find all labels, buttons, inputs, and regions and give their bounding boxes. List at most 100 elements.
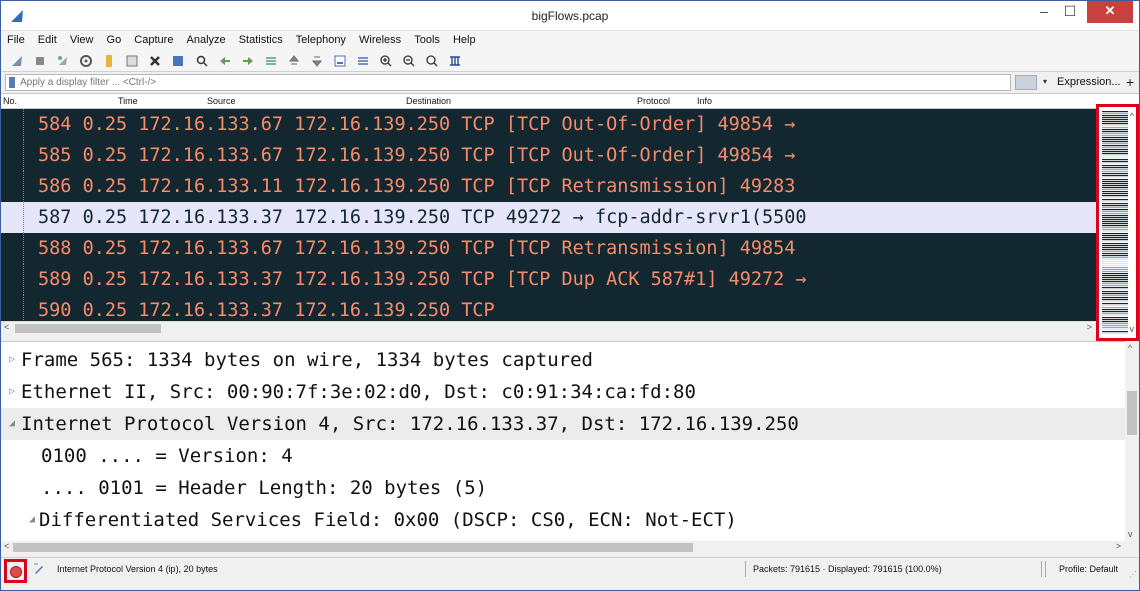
scroll-down-arrow-icon[interactable]: v [1130, 324, 1135, 334]
detail-tree-item[interactable]: .... 0101 = Header Length: 20 bytes (5) [1, 472, 1125, 504]
column-header-time[interactable]: Time [118, 96, 138, 106]
find-packet-icon[interactable] [195, 54, 209, 68]
detail-tree-item[interactable]: ▷ Ethernet II, Src: 00:90:7f:3e:02:d0, D… [1, 376, 1125, 408]
apply-filter-arrow-icon[interactable] [1015, 75, 1037, 90]
open-file-icon[interactable] [102, 54, 116, 68]
packet-list-minimap-scrollbar[interactable]: ^ v [1096, 104, 1139, 341]
go-last-icon[interactable] [310, 54, 324, 68]
auto-scroll-icon[interactable] [333, 54, 347, 68]
status-separator [1045, 561, 1046, 577]
menu-capture[interactable]: Capture [128, 31, 177, 46]
packet-no: 585 [38, 145, 72, 166]
menu-view[interactable]: View [64, 31, 98, 46]
zoom-reset-icon[interactable] [425, 54, 439, 68]
minimap-stripe [1102, 203, 1128, 205]
go-to-packet-icon[interactable] [264, 54, 278, 68]
details-vscrollbar[interactable]: ^ v [1125, 341, 1139, 541]
packet-row[interactable]: 590 0.25 172.16.133.37 172.16.139.250 TC… [1, 295, 1096, 321]
column-header-source[interactable]: Source [207, 96, 236, 106]
packet-no: 588 [38, 238, 72, 259]
filter-dropdown-icon[interactable]: ▾ [1039, 75, 1051, 90]
vscroll-thumb[interactable] [1127, 391, 1137, 435]
menu-go[interactable]: Go [101, 31, 126, 46]
go-first-icon[interactable] [287, 54, 301, 68]
expression-button[interactable]: Expression... [1057, 76, 1121, 88]
stop-capture-icon[interactable] [33, 54, 47, 68]
zoom-out-icon[interactable] [402, 54, 416, 68]
display-filter-input[interactable] [20, 75, 1000, 90]
hscroll-thumb[interactable] [15, 324, 161, 333]
details-hscrollbar[interactable]: < > [1, 541, 1125, 555]
bookmark-icon[interactable] [9, 77, 15, 88]
detail-tree-item[interactable]: ◢ Differentiated Services Field: 0x00 (D… [1, 504, 1125, 536]
scroll-right-arrow-icon[interactable]: > [1116, 541, 1121, 551]
scroll-up-arrow-icon[interactable]: ^ [1128, 343, 1132, 353]
colorize-icon[interactable] [356, 54, 370, 68]
close-button[interactable]: ✕ [1087, 1, 1133, 23]
minimap-stripe [1102, 251, 1128, 253]
packet-list-hscrollbar[interactable]: < > [1, 321, 1096, 335]
resize-grip-icon[interactable]: ⋰ [1129, 570, 1137, 579]
menu-telephony[interactable]: Telephony [290, 31, 350, 46]
packet-protocol: TCP [461, 269, 495, 290]
packet-row[interactable]: 588 0.25 172.16.133.67 172.16.139.250 TC… [1, 233, 1096, 264]
maximize-button[interactable]: ☐ [1057, 1, 1083, 23]
menu-file[interactable]: File [1, 31, 29, 46]
column-header-destination[interactable]: Destination [406, 96, 451, 106]
menu-statistics[interactable]: Statistics [233, 31, 287, 46]
hscroll-thumb[interactable] [13, 543, 693, 552]
detail-tree-item[interactable]: 0100 .... = Version: 4 [1, 440, 1125, 472]
minimize-button[interactable]: – [1031, 1, 1057, 23]
edit-comment-icon[interactable] [33, 563, 45, 575]
scroll-down-arrow-icon[interactable]: v [1128, 529, 1133, 539]
scroll-right-arrow-icon[interactable]: > [1087, 322, 1092, 332]
packet-protocol: TCP [461, 114, 495, 135]
minimap-stripe [1102, 135, 1128, 137]
detail-tree-item-selected[interactable]: ◢ Internet Protocol Version 4, Src: 172.… [1, 408, 1125, 440]
packet-row-selected[interactable]: 587 0.25 172.16.133.37 172.16.139.250 TC… [1, 202, 1096, 233]
go-forward-icon[interactable] [241, 54, 255, 68]
collapse-arrow-icon[interactable]: ◢ [9, 408, 19, 440]
packet-row[interactable]: 584 0.25 172.16.133.67 172.16.139.250 TC… [1, 109, 1096, 140]
status-field-info: Internet Protocol Version 4 (ip), 20 byt… [57, 564, 218, 574]
expert-info-icon[interactable] [10, 566, 22, 578]
expand-arrow-icon[interactable]: ▷ [9, 376, 19, 408]
column-header-info[interactable]: Info [697, 96, 712, 106]
packet-no: 584 [38, 114, 72, 135]
restart-capture-icon[interactable] [56, 54, 70, 68]
profile-selector[interactable]: Profile: Default [1059, 564, 1118, 574]
zoom-in-icon[interactable] [379, 54, 393, 68]
column-header-protocol[interactable]: Protocol [637, 96, 670, 106]
menu-tools[interactable]: Tools [408, 31, 444, 46]
minimap-stripe [1102, 283, 1128, 285]
menu-analyze[interactable]: Analyze [181, 31, 230, 46]
minimap-stripe [1102, 235, 1128, 237]
minimap-stripe [1102, 163, 1128, 165]
menu-help[interactable]: Help [447, 31, 480, 46]
capture-options-icon[interactable] [79, 54, 93, 68]
column-header-no[interactable]: No. [3, 96, 17, 106]
menu-edit[interactable]: Edit [32, 31, 61, 46]
packet-row[interactable]: 585 0.25 172.16.133.67 172.16.139.250 TC… [1, 140, 1096, 171]
scroll-left-arrow-icon[interactable]: < [4, 322, 9, 332]
packet-row[interactable]: 589 0.25 172.16.133.37 172.16.139.250 TC… [1, 264, 1096, 295]
expand-arrow-icon[interactable]: ▷ [9, 344, 19, 376]
packet-row[interactable]: 586 0.25 172.16.133.11 172.16.139.250 TC… [1, 171, 1096, 202]
resize-columns-icon[interactable] [448, 54, 462, 68]
start-capture-icon[interactable] [10, 54, 24, 68]
save-file-icon[interactable] [125, 54, 139, 68]
scroll-up-arrow-icon[interactable]: ^ [1130, 111, 1134, 121]
scroll-left-arrow-icon[interactable]: < [4, 541, 9, 551]
display-filter-field[interactable] [5, 74, 1011, 91]
packet-info: [TCP Dup ACK 587#1] 49272 → [505, 269, 807, 290]
detail-tree-item[interactable]: ▷ Frame 565: 1334 bytes on wire, 1334 by… [1, 344, 1125, 376]
menu-wireless[interactable]: Wireless [353, 31, 405, 46]
go-back-icon[interactable] [218, 54, 232, 68]
packet-destination: 172.16.139.250 [294, 269, 451, 290]
packet-intelligent-scrollbar[interactable] [1102, 111, 1128, 335]
reload-file-icon[interactable] [171, 54, 185, 68]
collapse-arrow-icon[interactable]: ◢ [29, 504, 39, 536]
close-file-icon[interactable] [148, 54, 162, 68]
minimap-stripe [1102, 119, 1128, 121]
add-filter-button[interactable]: + [1126, 74, 1134, 90]
